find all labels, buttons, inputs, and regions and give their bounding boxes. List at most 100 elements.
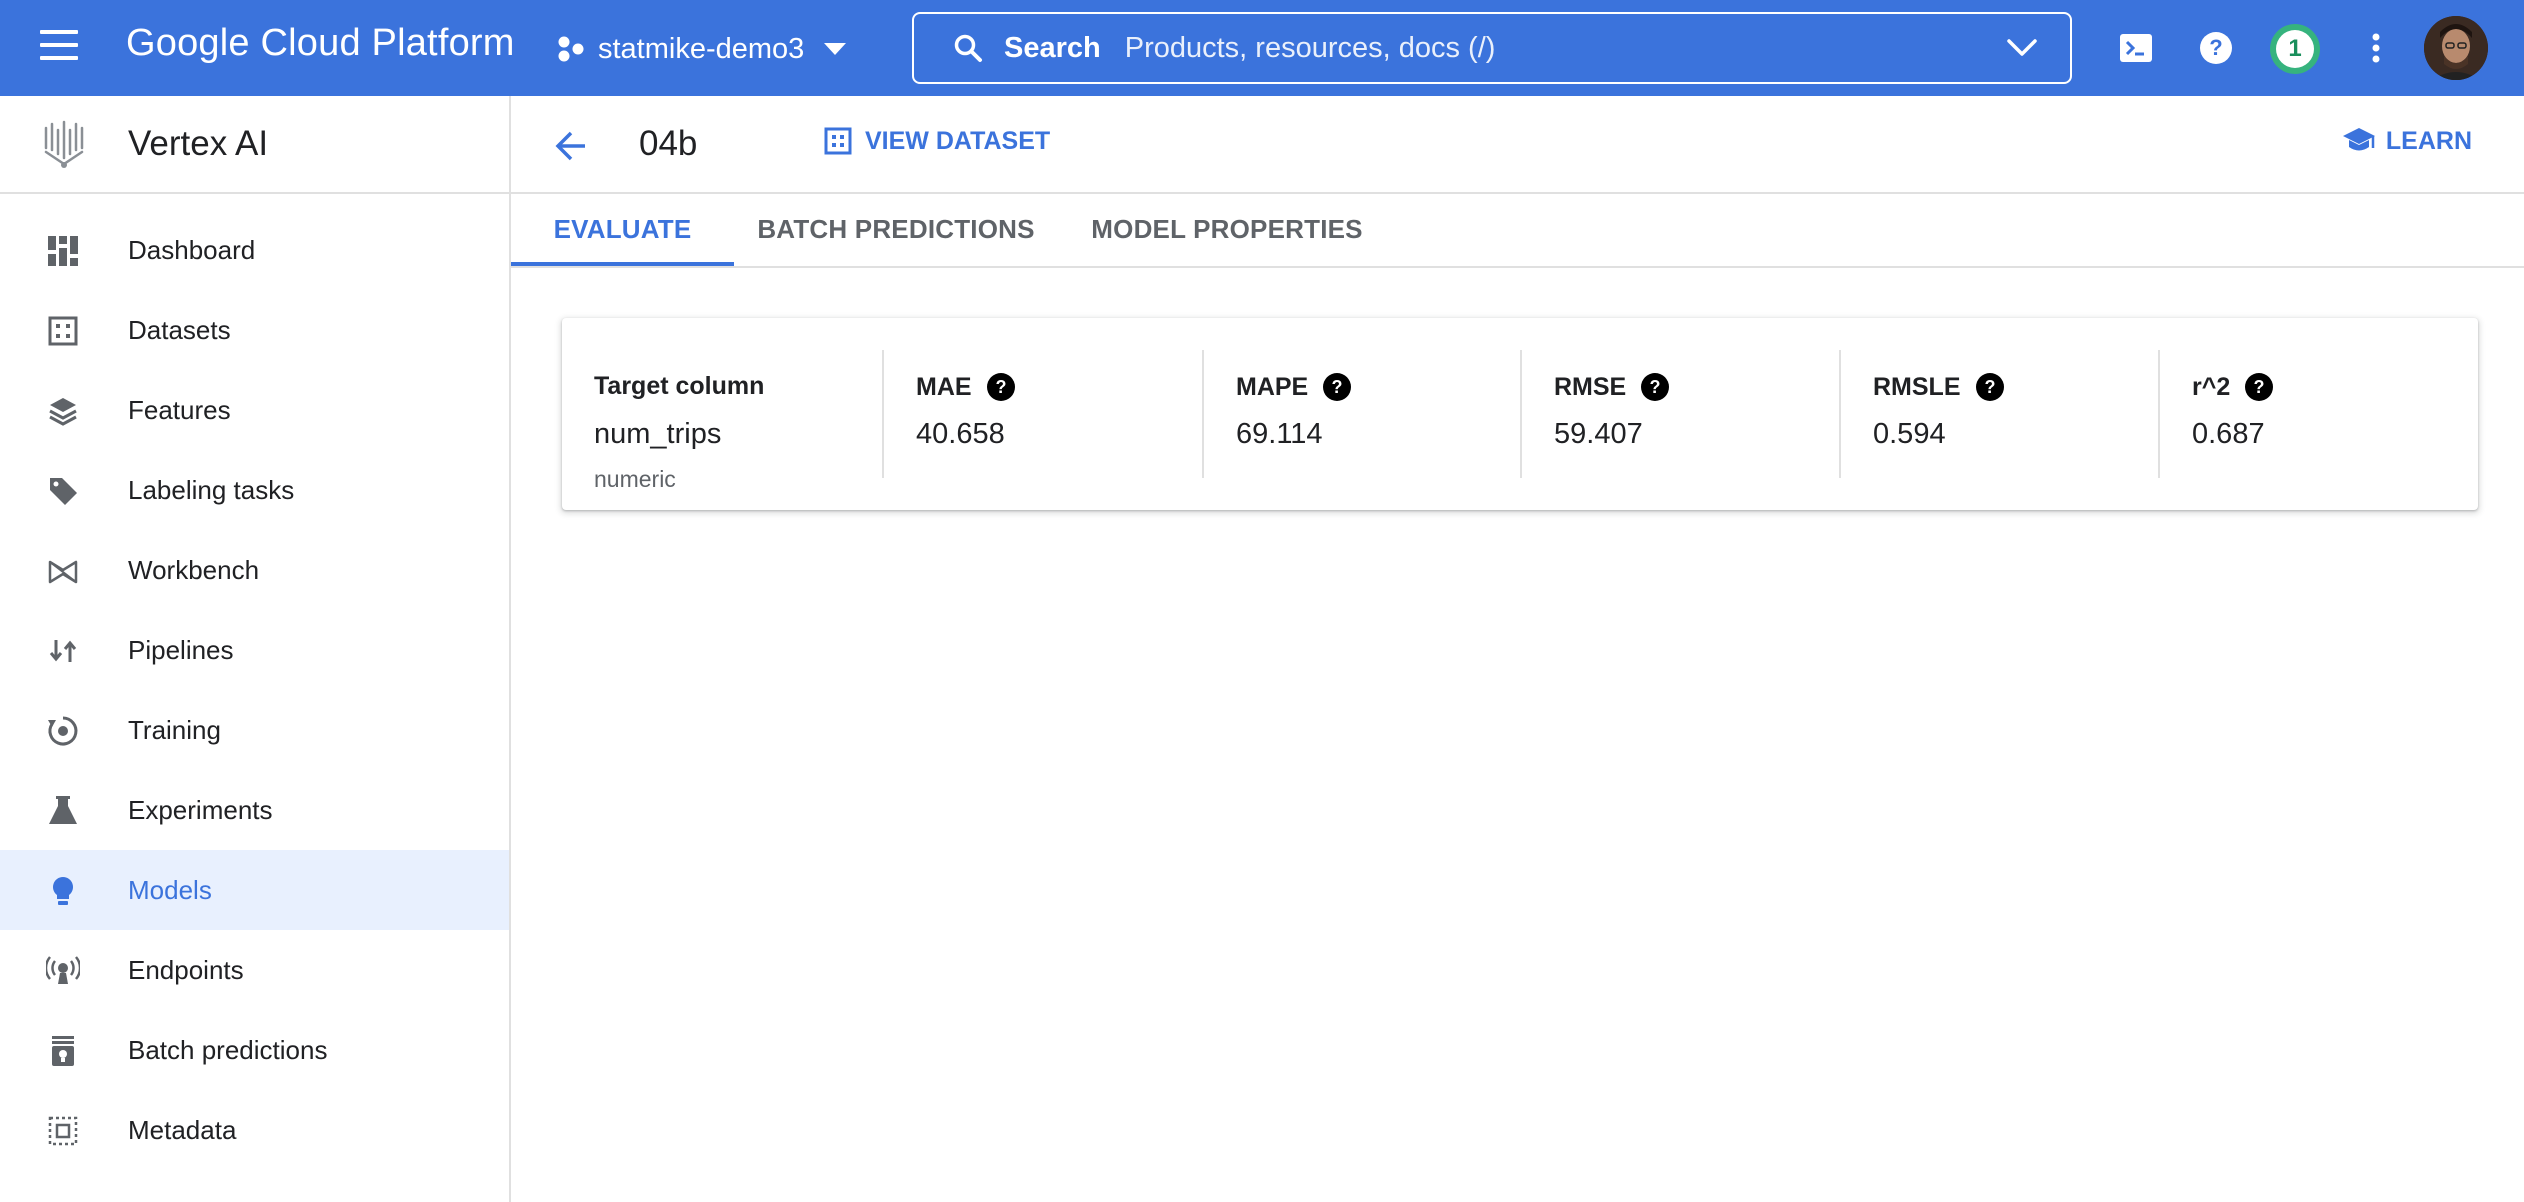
brand-title[interactable]: Google Cloud Platform <box>126 22 515 65</box>
more-vert-icon[interactable] <box>2356 28 2396 68</box>
metric-value: 0.594 <box>1873 418 1946 450</box>
main-menu-icon[interactable] <box>40 30 78 66</box>
sidebar-item-dashboard[interactable]: Dashboard <box>0 210 509 290</box>
caret-down-icon <box>824 43 847 55</box>
metric-value: 59.407 <box>1554 418 1643 450</box>
chevron-down-icon[interactable] <box>2006 36 2038 60</box>
sidebar-item-label: Models <box>128 874 212 905</box>
sidebar-item-datasets[interactable]: Datasets <box>0 290 509 370</box>
cloud-shell-icon[interactable] <box>2116 28 2156 68</box>
search-placeholder: Products, resources, docs (/) <box>1124 31 1496 64</box>
datasets-icon <box>48 316 78 346</box>
vertex-ai-logo-icon <box>44 120 84 168</box>
account-avatar[interactable] <box>2424 16 2488 80</box>
svg-text:?: ? <box>995 377 1006 397</box>
svg-text:?: ? <box>1650 377 1661 397</box>
dataset-grid-icon <box>824 127 852 155</box>
metric-label: RMSLE ? <box>1873 372 2005 402</box>
pipelines-icon <box>49 640 77 662</box>
batch-predictions-icon <box>52 1036 74 1066</box>
flask-icon <box>49 796 77 824</box>
sidebar-item-experiments[interactable]: Experiments <box>0 770 509 850</box>
sidebar-item-label: Metadata <box>128 1114 237 1145</box>
metadata-icon <box>48 1116 78 1146</box>
sidebar-item-label: Endpoints <box>128 954 244 985</box>
metric-target-column: Target column num_trips numeric <box>562 350 882 492</box>
learn-label: LEARN <box>2385 126 2472 155</box>
sidebar-item-label: Labeling tasks <box>128 474 295 505</box>
features-icon <box>49 398 77 426</box>
learn-button[interactable]: LEARN <box>2342 126 2472 156</box>
metric-value: num_trips <box>594 418 722 450</box>
metric-r-squared: r^2 ? 0.687 <box>2158 350 2478 478</box>
view-dataset-button[interactable]: VIEW DATASET <box>823 126 1050 156</box>
sidebar-item-features[interactable]: Features <box>0 370 509 450</box>
search-box[interactable]: Search Products, resources, docs (/) <box>912 12 2072 84</box>
training-icon <box>48 716 78 746</box>
sidebar-item-batch-predictions[interactable]: Batch predictions <box>0 1010 509 1090</box>
metric-label: Target column <box>594 372 765 400</box>
sidebar-item-endpoints[interactable]: Endpoints <box>0 930 509 1010</box>
tab-batch-predictions[interactable]: BATCH PREDICTIONS <box>746 194 1046 266</box>
help-icon[interactable]: ? <box>2244 372 2274 402</box>
sidebar-item-workbench[interactable]: Workbench <box>0 530 509 610</box>
sidebar-item-models[interactable]: Models <box>0 850 509 930</box>
project-selector[interactable]: statmike-demo3 <box>556 26 847 72</box>
metric-label: r^2 ? <box>2192 372 2274 402</box>
back-arrow-icon[interactable] <box>551 126 591 166</box>
label-tag-icon <box>50 478 77 505</box>
metric-value: 69.114 <box>1236 418 1323 450</box>
help-icon[interactable]: ? <box>2196 28 2236 68</box>
help-icon[interactable]: ? <box>986 372 1016 402</box>
school-icon <box>2342 128 2375 151</box>
notifications-badge[interactable]: 1 <box>2270 24 2320 74</box>
endpoints-icon <box>46 956 80 984</box>
metric-mae: MAE ? 40.658 <box>882 350 1202 478</box>
evaluation-metrics-card: Target column num_trips numeric MAE ? 40… <box>562 318 2478 510</box>
sidebar-item-pipelines[interactable]: Pipelines <box>0 610 509 690</box>
metric-value: 0.687 <box>2192 418 2265 450</box>
top-bar: Google Cloud Platform statmike-demo3 Sea… <box>0 0 2524 96</box>
svg-text:?: ? <box>1332 377 1343 397</box>
sidebar-item-label: Training <box>128 714 221 745</box>
metric-mape: MAPE ? 69.114 <box>1202 350 1522 478</box>
svg-text:?: ? <box>2209 35 2222 60</box>
help-icon[interactable]: ? <box>1322 372 1352 402</box>
lightbulb-icon <box>52 877 73 905</box>
page-title: 04b <box>639 124 698 163</box>
search-label: Search <box>1004 31 1101 64</box>
product-name: Vertex AI <box>128 124 269 163</box>
dashboard-icon <box>48 236 78 266</box>
sidebar-item-label: Features <box>128 394 231 425</box>
metric-label: RMSE ? <box>1554 372 1670 402</box>
tab-evaluate[interactable]: EVALUATE <box>511 194 734 266</box>
sidebar-item-label: Workbench <box>128 554 260 585</box>
metric-type: numeric <box>594 466 676 492</box>
sidebar-item-label: Batch predictions <box>128 1034 328 1065</box>
search-icon <box>954 34 982 62</box>
project-hub-icon <box>558 36 584 62</box>
sidebar-item-label: Dashboard <box>128 234 256 265</box>
sidebar-nav: Dashboard Datasets Features Labeling tas… <box>0 210 509 1170</box>
view-dataset-label: VIEW DATASET <box>865 126 1051 155</box>
sidebar-item-metadata[interactable]: Metadata <box>0 1090 509 1170</box>
project-name: statmike-demo3 <box>598 32 805 65</box>
sidebar-item-training[interactable]: Training <box>0 690 509 770</box>
svg-text:?: ? <box>2254 377 2265 397</box>
metric-rmse: RMSE ? 59.407 <box>1520 350 1840 478</box>
help-icon[interactable]: ? <box>1975 372 2005 402</box>
workbench-icon <box>48 560 78 584</box>
metric-label: MAPE ? <box>1236 372 1352 402</box>
svg-text:?: ? <box>1984 377 1995 397</box>
sidebar-item-label: Experiments <box>128 794 273 825</box>
model-header: 04b VIEW DATASET LEARN <box>511 96 2524 194</box>
sidebar: Vertex AI Dashboard Datasets Features La… <box>0 96 511 1202</box>
sidebar-item-label: Pipelines <box>128 634 234 665</box>
metric-rmsle: RMSLE ? 0.594 <box>1839 350 2159 478</box>
tab-model-properties[interactable]: MODEL PROPERTIES <box>1077 194 1377 266</box>
sidebar-item-labeling-tasks[interactable]: Labeling tasks <box>0 450 509 530</box>
product-header: Vertex AI <box>0 96 509 194</box>
help-icon[interactable]: ? <box>1640 372 1670 402</box>
metric-value: 40.658 <box>916 418 1005 450</box>
sidebar-item-label: Datasets <box>128 314 231 345</box>
